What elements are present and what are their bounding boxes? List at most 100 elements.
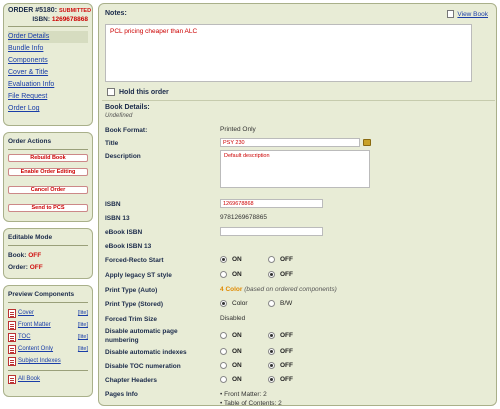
book-mode-value: OFF <box>28 252 42 259</box>
print-bw-radio[interactable] <box>268 300 275 307</box>
ebook-isbn-input[interactable] <box>220 227 323 236</box>
preview-content-only-link[interactable]: Content Only <box>18 346 53 352</box>
chapter-headers-off-radio[interactable] <box>268 376 275 383</box>
cancel-order-button[interactable]: Cancel Order <box>8 186 88 194</box>
send-to-pcs-button[interactable]: Send to PCS <box>8 204 88 212</box>
order-header: ORDER #5180: SUBMITTED <box>8 7 92 14</box>
book-details-title: Book Details: <box>102 100 495 111</box>
preview-subject-indexes-link[interactable]: Subject Indexes <box>18 358 61 364</box>
isbn13-label: ISBN 13 <box>105 215 130 222</box>
print-type-auto-count: 4 <box>220 286 224 293</box>
disable-indexes-radios: ON OFF <box>220 348 316 355</box>
preview-row-content-only: Content Only [lite] <box>8 343 88 355</box>
preview-row-cover: Cover [lite] <box>8 307 88 319</box>
forced-recto-on-radio[interactable] <box>220 256 227 263</box>
preview-components-title: Preview Components <box>8 289 88 303</box>
off-label: OFF <box>280 348 293 355</box>
page-numbering-off-radio[interactable] <box>268 332 275 339</box>
nav-bundle-info[interactable]: Bundle Info <box>8 43 88 55</box>
preview-cover-lite-link[interactable]: [lite] <box>78 310 88 316</box>
pages-toc: Table of Contents: 2 <box>220 399 282 408</box>
nav-evaluation-info[interactable]: Evaluation Info <box>8 79 88 91</box>
preview-toc-lite-link[interactable]: [lite] <box>78 334 88 340</box>
title-input[interactable]: PSY 230 <box>220 138 360 147</box>
nav-components[interactable]: Components <box>8 55 88 67</box>
preview-divider <box>8 370 88 371</box>
description-textarea[interactable]: Default description <box>220 150 370 188</box>
disable-indexes-label: Disable automatic indexes <box>105 349 187 356</box>
order-mode-value: OFF <box>29 264 43 271</box>
preview-row-toc: TOC [lite] <box>8 331 88 343</box>
preview-toc-link[interactable]: TOC <box>18 334 31 340</box>
on-label: ON <box>232 332 242 339</box>
notes-label: Notes: <box>105 10 127 17</box>
print-type-auto-value: 4 Color (based on ordered components) <box>220 286 337 293</box>
print-type-auto-note: (based on ordered components) <box>244 286 337 293</box>
ebook-isbn13-label: eBook ISBN 13 <box>105 243 152 250</box>
undefined-text: Undefined <box>105 113 133 119</box>
sidebar: ORDER #5180: SUBMITTED ISBN: 1269678868 … <box>3 3 93 403</box>
indexes-off-radio[interactable] <box>268 348 275 355</box>
pdf-icon <box>8 320 16 330</box>
hold-order: Hold this order <box>107 88 169 96</box>
book-icon <box>447 10 455 18</box>
hold-order-label: Hold this order <box>119 88 169 96</box>
view-book-label: View Book <box>457 10 488 18</box>
print-type-stored-label: Print Type (Stored) <box>105 301 164 308</box>
print-type-auto-label: Print Type (Auto) <box>105 287 158 294</box>
rebuild-book-button[interactable]: Rebuild Book <box>8 154 88 162</box>
book-mode: Book: OFF <box>8 250 88 262</box>
nav-cover-title[interactable]: Cover & Title <box>8 67 88 79</box>
preview-row-all-book: All Book <box>8 373 88 385</box>
preview-components-panel: Preview Components Cover [lite] Front Ma… <box>3 285 93 397</box>
legacy-st-off-radio[interactable] <box>268 271 275 278</box>
off-label: OFF <box>280 362 293 369</box>
forced-recto-off-radio[interactable] <box>268 256 275 263</box>
nav-file-request[interactable]: File Request <box>8 91 88 103</box>
disable-page-numbering-radios: ON OFF <box>220 332 316 339</box>
page-numbering-on-radio[interactable] <box>220 332 227 339</box>
indexes-on-radio[interactable] <box>220 348 227 355</box>
preview-cover-link[interactable]: Cover <box>18 310 34 316</box>
hold-order-checkbox[interactable] <box>107 88 115 96</box>
disable-toc-label: Disable TOC numeration <box>105 363 181 370</box>
order-mode-label: Order: <box>8 264 28 271</box>
view-book-link[interactable]: View Book <box>447 10 488 18</box>
order-status: SUBMITTED <box>58 8 92 14</box>
bw-option-label: B/W <box>280 300 293 307</box>
preview-row-front-matter: Front Matter [lite] <box>8 319 88 331</box>
pdf-icon <box>8 332 16 342</box>
disable-page-numbering-label: Disable automatic page numbering <box>105 328 178 344</box>
off-label: OFF <box>280 256 293 263</box>
on-label: ON <box>232 376 242 383</box>
book-format-label: Book Format: <box>105 127 148 134</box>
on-label: ON <box>232 256 242 263</box>
title-label: Title <box>105 140 119 147</box>
order-mode: Order: OFF <box>8 262 88 274</box>
toc-on-radio[interactable] <box>220 362 227 369</box>
print-type-stored-radios: Color B/W <box>220 300 316 307</box>
print-color-radio[interactable] <box>220 300 227 307</box>
preview-content-only-lite-link[interactable]: [lite] <box>78 346 88 352</box>
legacy-st-on-radio[interactable] <box>220 271 227 278</box>
pdf-icon <box>8 344 16 354</box>
nav-order-details[interactable]: Order Details <box>8 31 88 43</box>
chapter-headers-on-radio[interactable] <box>220 376 227 383</box>
preview-row-subject-indexes: Subject Indexes <box>8 355 88 367</box>
preview-front-matter-lite-link[interactable]: [lite] <box>78 322 88 328</box>
book-mode-label: Book: <box>8 252 27 259</box>
pdf-icon <box>8 374 16 384</box>
nav-order-log[interactable]: Order Log <box>8 103 88 115</box>
toc-off-radio[interactable] <box>268 362 275 369</box>
chapter-headers-label: Chapter Headers <box>105 377 158 384</box>
order-isbn-value: 1269678868 <box>51 16 88 23</box>
isbn13-value: 9781269678865 <box>220 214 267 221</box>
folder-icon[interactable] <box>363 139 371 146</box>
preview-front-matter-link[interactable]: Front Matter <box>18 322 51 328</box>
enable-editing-button[interactable]: Enable Order Editing <box>8 168 88 176</box>
preview-all-book-link[interactable]: All Book <box>18 376 40 382</box>
pdf-icon <box>8 356 16 366</box>
pages-info-list: Front Matter: 2 Table of Contents: 2 <box>220 390 282 408</box>
notes-textarea[interactable]: PCL pricing cheaper than ALC <box>105 24 472 82</box>
isbn-input[interactable]: 1269678868 <box>220 199 323 208</box>
